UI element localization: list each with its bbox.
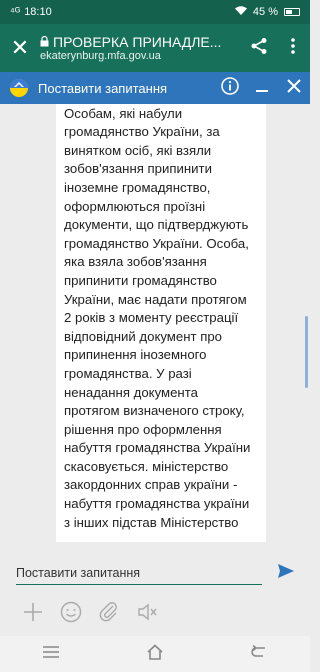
- message-line: скасовується. міністерство: [64, 458, 229, 474]
- sound-off-icon[interactable]: [136, 601, 158, 628]
- scrollbar-thumb[interactable]: [305, 316, 308, 388]
- message-line: припинити громадянство: [64, 272, 217, 288]
- message-line: рішення про оформлення: [64, 421, 222, 437]
- message-line: набуття громадянства України: [64, 440, 251, 456]
- message-line: іноземне громадянство,: [64, 179, 211, 195]
- battery-text: 45 %: [252, 6, 278, 18]
- chat-messages[interactable]: особ громадянином України.Особам, які на…: [0, 104, 310, 552]
- message-line: особ громадянином України.: [64, 104, 258, 105]
- keyboard-toolbar: [0, 594, 310, 634]
- signal-indicator: ⁴ᴳ: [10, 6, 21, 18]
- close-icon: ✕: [10, 35, 30, 60]
- message-line: Особам, які набули: [64, 105, 183, 121]
- message-line: оформлюються проїзні: [64, 198, 206, 214]
- page-url: ekaterynburg.mfa.gov.ua: [40, 49, 161, 62]
- message-line: припинення іноземного: [64, 347, 207, 363]
- more-vert-icon: [291, 37, 295, 60]
- browser-toolbar: ✕ ПРОВЕРКА ПРИНАДЛЕ... ekaterynburg.mfa.…: [0, 24, 310, 72]
- page-title: ПРОВЕРКА ПРИНАДЛЕ...: [53, 33, 222, 50]
- message-line: яка взяла зобов'язання: [64, 254, 207, 270]
- share-button[interactable]: [242, 37, 276, 60]
- message-line: закордонних справ україни -: [64, 477, 238, 493]
- message-line: 2 років з моменту реєстрації: [64, 310, 239, 326]
- close-tab-button[interactable]: ✕: [0, 35, 40, 61]
- message-line: відповідний документ про: [64, 328, 223, 344]
- home-icon[interactable]: [146, 643, 164, 665]
- clock: 18:10: [24, 6, 52, 18]
- trident-logo-icon: [0, 78, 38, 98]
- address-area[interactable]: ПРОВЕРКА ПРИНАДЛЕ... ekaterynburg.mfa.go…: [40, 34, 242, 63]
- chat-title: Поставити запитання: [38, 80, 168, 96]
- message-line: документи, що підтверджують: [64, 217, 249, 233]
- message-bubble: особ громадянином України.Особам, які на…: [56, 104, 266, 542]
- wifi-icon: [234, 5, 247, 19]
- send-icon: [278, 563, 294, 583]
- back-icon[interactable]: [250, 644, 267, 664]
- attachment-icon[interactable]: [98, 601, 120, 628]
- send-button[interactable]: [262, 563, 294, 583]
- message-line: набуття громадянства україни: [64, 496, 250, 512]
- close-icon: [287, 78, 301, 98]
- menu-icon[interactable]: [43, 645, 60, 663]
- message-line: протягом визначеного строку,: [64, 403, 245, 419]
- lock-icon: [40, 34, 49, 50]
- message-line: зобов'язання припинити: [64, 161, 212, 177]
- minimize-button[interactable]: [246, 79, 278, 98]
- info-icon: [221, 76, 239, 100]
- message-line: з інших підстав Міністерство: [64, 514, 239, 530]
- close-chat-button[interactable]: [278, 78, 310, 98]
- message-input[interactable]: Поставити запитання: [16, 561, 262, 585]
- battery-icon: [284, 8, 300, 16]
- message-input-row: Поставити запитання: [0, 552, 310, 594]
- minimize-icon: [255, 79, 269, 98]
- status-bar: ⁴ᴳ 18:10 45 %: [0, 0, 310, 24]
- message-line: ненадання документа: [64, 384, 198, 400]
- emoji-icon[interactable]: [60, 601, 82, 628]
- message-line: громадянство України. Особа,: [64, 235, 249, 251]
- message-line: громадянства. У разі: [64, 365, 192, 381]
- message-line: винятком осіб, які взяли: [64, 142, 212, 158]
- message-line: України, має надати протягом: [64, 291, 247, 307]
- plus-icon[interactable]: [22, 601, 44, 628]
- message-line: громадянство України, за: [64, 124, 220, 140]
- system-nav-bar: [0, 636, 310, 672]
- more-menu-button[interactable]: [276, 37, 310, 60]
- chat-header: Поставити запитання: [0, 72, 310, 104]
- share-icon: [250, 37, 268, 60]
- info-button[interactable]: [214, 76, 246, 100]
